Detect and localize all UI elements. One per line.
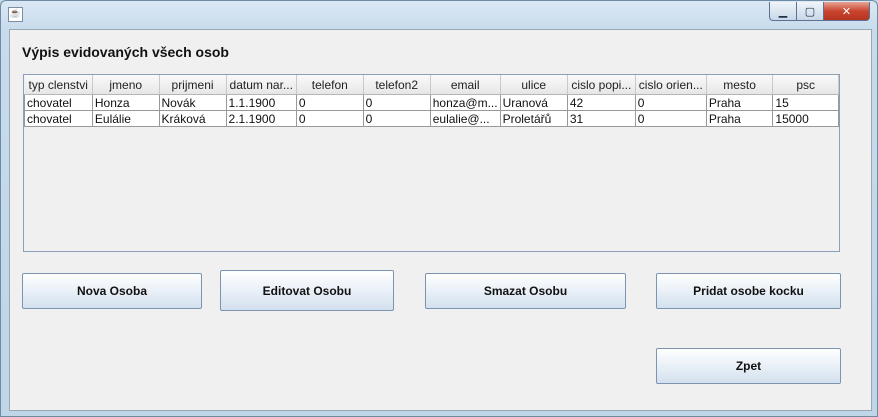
table-cell[interactable]: Proletářů: [499, 110, 568, 127]
app-window: ☕ ▁ ▢ ✕ Výpis evidovaných všech osob typ…: [0, 0, 878, 417]
table-cell[interactable]: 0: [295, 110, 364, 127]
content-panel: Výpis evidovaných všech osob typ clenstv…: [9, 29, 872, 411]
table-cell[interactable]: Uranová: [499, 94, 568, 111]
table-cell[interactable]: 0: [362, 110, 431, 127]
column-header[interactable]: jmeno: [92, 75, 160, 95]
table-cell[interactable]: Novák: [158, 94, 227, 111]
table-cell[interactable]: honza@m...: [429, 94, 501, 111]
edit-person-button[interactable]: Editovat Osobu: [220, 270, 394, 311]
column-header[interactable]: psc: [772, 75, 839, 95]
delete-person-button[interactable]: Smazat Osobu: [425, 273, 626, 309]
table-cell[interactable]: 0: [362, 94, 431, 111]
column-header[interactable]: typ clenstvi: [24, 75, 93, 95]
table-cell[interactable]: 0: [295, 94, 364, 111]
table-cell[interactable]: 2.1.1900: [225, 110, 297, 127]
close-button[interactable]: ✕: [823, 2, 870, 21]
column-header[interactable]: email: [430, 75, 501, 95]
persons-table-scrollpane[interactable]: typ clenstvi jmeno prijmeni datum nar...…: [23, 74, 840, 252]
table-cell[interactable]: Kráková: [158, 110, 227, 127]
table-cell[interactable]: 0: [634, 110, 707, 127]
column-header[interactable]: cislo orien...: [635, 75, 707, 95]
java-app-icon: ☕: [8, 7, 23, 22]
table-row[interactable]: chovatel Honza Novák 1.1.1900 0 0 honza@…: [24, 94, 839, 111]
column-header[interactable]: mesto: [706, 75, 774, 95]
maximize-button[interactable]: ▢: [796, 2, 824, 21]
column-header[interactable]: prijmeni: [159, 75, 227, 95]
add-cat-button[interactable]: Pridat osobe kocku: [656, 273, 841, 309]
table-header-row: typ clenstvi jmeno prijmeni datum nar...…: [24, 75, 839, 95]
table-cell[interactable]: Honza: [91, 94, 160, 111]
back-button[interactable]: Zpet: [656, 348, 841, 384]
column-header[interactable]: ulice: [500, 75, 568, 95]
table-cell[interactable]: 0: [634, 94, 707, 111]
new-person-button[interactable]: Nova Osoba: [22, 273, 202, 309]
table-cell[interactable]: 15: [772, 94, 839, 111]
table-cell[interactable]: chovatel: [24, 110, 93, 127]
page-title: Výpis evidovaných všech osob: [22, 44, 229, 60]
column-header[interactable]: telefon2: [363, 75, 431, 95]
table-cell[interactable]: Praha: [705, 94, 774, 111]
table-cell[interactable]: eulalie@...: [429, 110, 501, 127]
table-row[interactable]: chovatel Eulálie Kráková 2.1.1900 0 0 eu…: [24, 110, 839, 127]
column-header[interactable]: datum nar...: [226, 75, 297, 95]
column-header[interactable]: telefon: [296, 75, 364, 95]
table-cell[interactable]: 42: [566, 94, 636, 111]
minimize-button[interactable]: ▁: [769, 2, 797, 21]
title-bar[interactable]: ☕ ▁ ▢ ✕: [1, 1, 877, 25]
table-cell[interactable]: 15000: [772, 110, 839, 127]
column-header[interactable]: cislo popi...: [567, 75, 636, 95]
table-cell[interactable]: 1.1.1900: [225, 94, 297, 111]
table-cell[interactable]: Eulálie: [91, 110, 160, 127]
persons-table[interactable]: typ clenstvi jmeno prijmeni datum nar...…: [24, 75, 839, 127]
table-cell[interactable]: 31: [566, 110, 636, 127]
table-cell[interactable]: chovatel: [24, 94, 93, 111]
table-cell[interactable]: Praha: [705, 110, 774, 127]
